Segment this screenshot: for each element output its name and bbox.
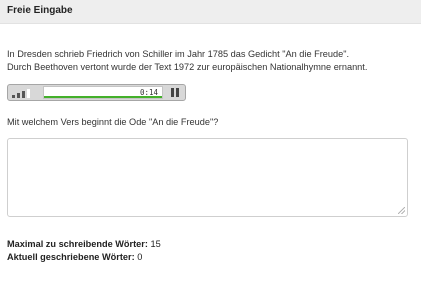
question-text: Mit welchem Vers beginnt die Ode "An die… xyxy=(7,117,219,127)
intro-line-2: Durch Beethoven vertont wurde der Text 1… xyxy=(7,62,368,72)
resize-grip-icon[interactable] xyxy=(398,207,405,214)
word-stats: Maximal zu schreibende Wörter: 15 Aktuel… xyxy=(7,238,161,264)
intro-text: In Dresden schrieb Friedrich von Schille… xyxy=(7,48,419,74)
time-display: 0:14 xyxy=(139,88,158,97)
current-words-value: 0 xyxy=(137,252,143,262)
progress-track[interactable]: 0:14 xyxy=(43,86,163,99)
section-title: Freie Eingabe xyxy=(7,5,73,16)
answer-textarea[interactable] xyxy=(7,138,408,217)
current-words-row: Aktuell geschriebene Wörter: 0 xyxy=(7,251,161,264)
volume-icon[interactable] xyxy=(12,88,40,98)
audio-player: 0:14 xyxy=(7,84,186,101)
max-words-value: 15 xyxy=(150,239,161,249)
max-words-label: Maximal zu schreibende Wörter: xyxy=(7,239,148,249)
current-words-label: Aktuell geschriebene Wörter: xyxy=(7,252,135,262)
section-header: Freie Eingabe xyxy=(0,0,421,24)
pause-button[interactable] xyxy=(168,87,182,98)
intro-line-1: In Dresden schrieb Friedrich von Schille… xyxy=(7,49,350,59)
max-words-row: Maximal zu schreibende Wörter: 15 xyxy=(7,238,161,251)
